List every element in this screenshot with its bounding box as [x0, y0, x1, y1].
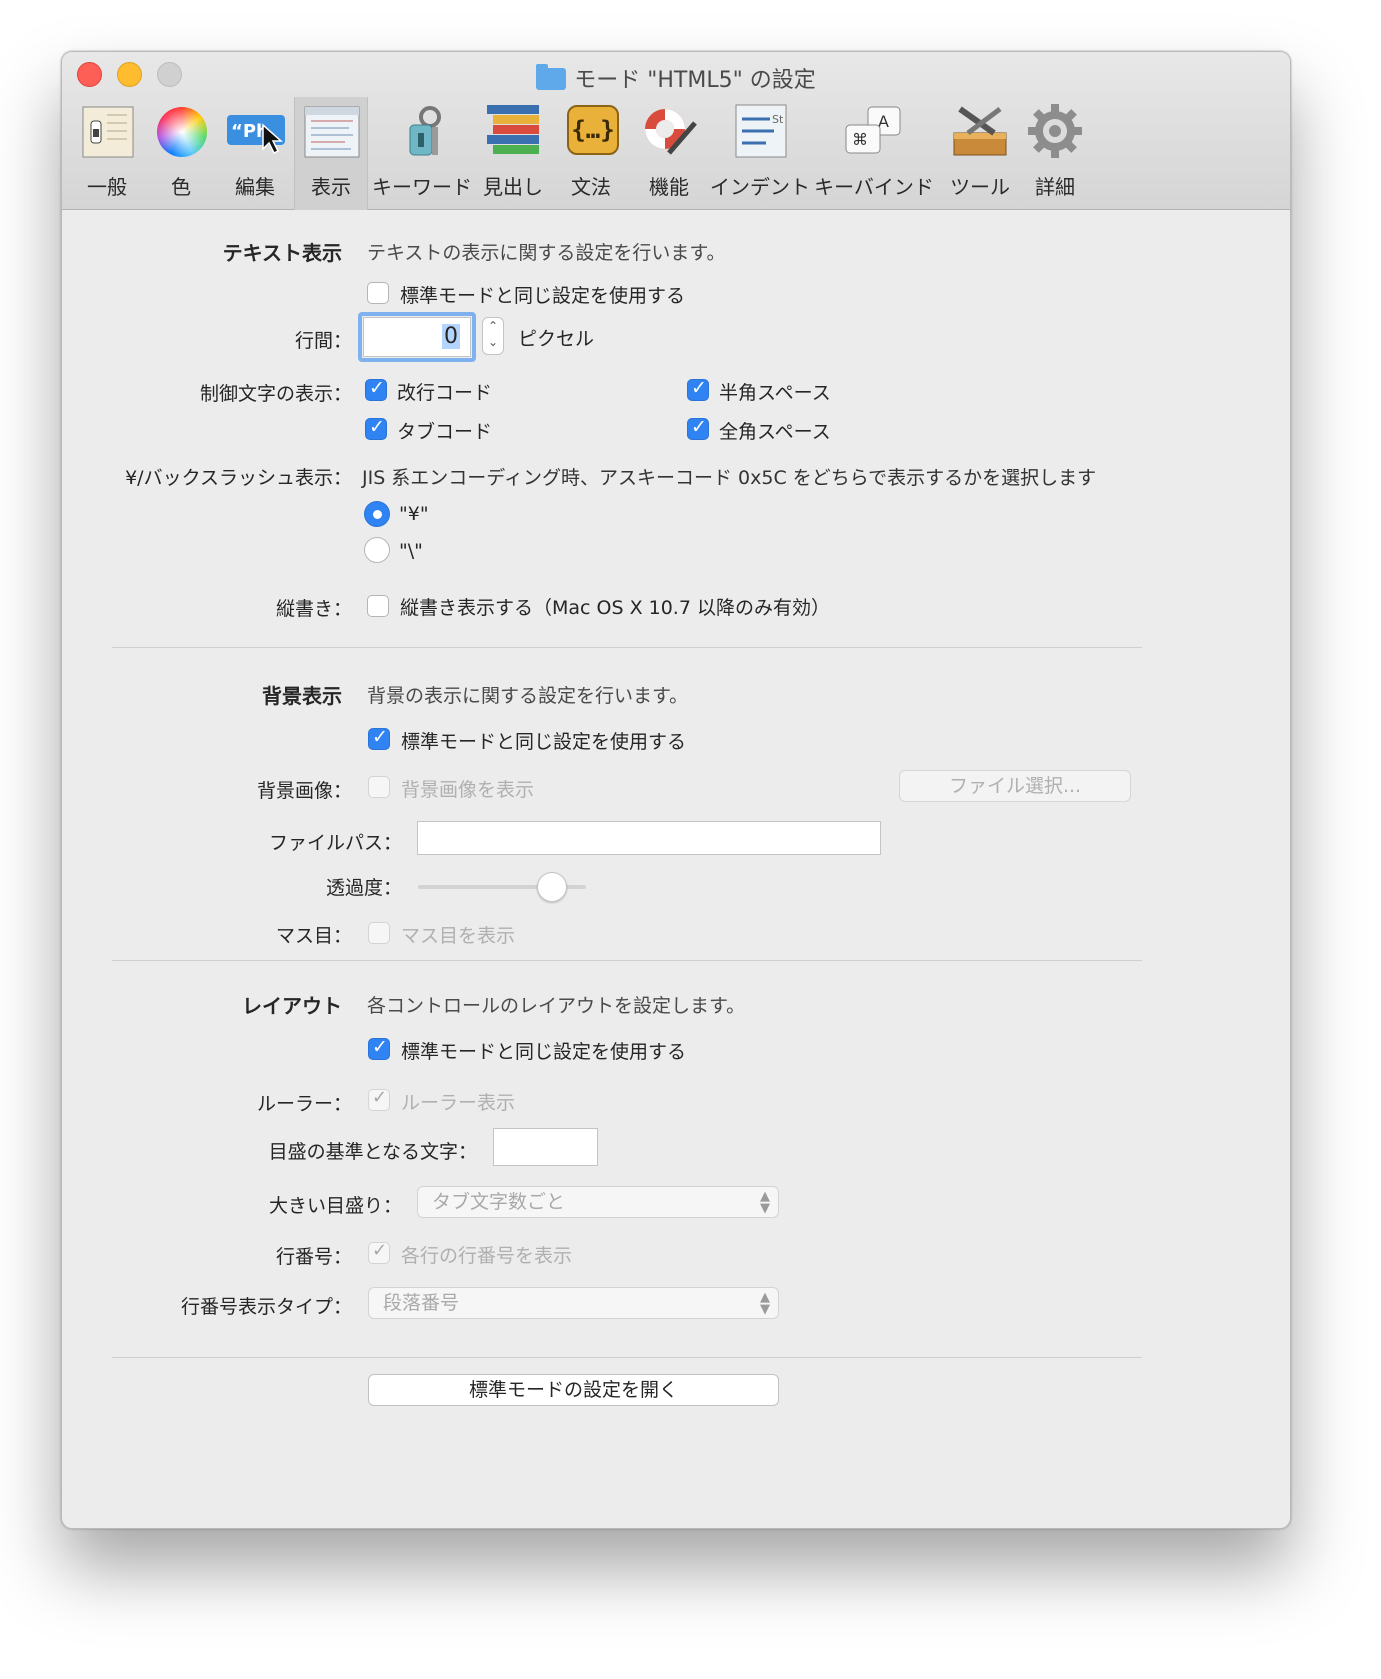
text-display-description: テキストの表示に関する設定を行います。 [367, 242, 726, 264]
tab-keybind[interactable]: A ⌘ キーバインド [814, 97, 934, 210]
halfwidth-space-checkbox[interactable] [687, 377, 709, 401]
tab-advanced[interactable]: 詳細 [1020, 97, 1090, 210]
opacity-slider-knob[interactable] [537, 872, 568, 902]
divider-1 [112, 647, 1142, 648]
tab-grammar[interactable]: {…} 文法 [554, 97, 628, 210]
text-display-heading: テキスト表示 [222, 241, 342, 265]
layout-description: 各コントロールのレイアウトを設定します。 [367, 995, 746, 1017]
grid-label: マス目： [275, 925, 352, 947]
tab-display[interactable]: 表示 [294, 97, 368, 210]
preferences-toolbar: 一般 色 “Ph 編集 表示 キーワード 見出し {…} 文法 機能 St イン… [62, 97, 1290, 210]
text-use-default-checkbox[interactable] [367, 282, 389, 304]
control-chars-label: 制御文字の表示： [199, 383, 352, 405]
tab-edit[interactable]: “Ph 編集 [218, 97, 292, 210]
tab-indent[interactable]: St インデント [710, 97, 810, 210]
scale-char-input[interactable] [493, 1128, 598, 1166]
tab-code-checkbox[interactable] [365, 416, 387, 440]
tab-code-label: タブコード [397, 421, 493, 443]
background-description: 背景の表示に関する設定を行います。 [367, 685, 689, 707]
major-tick-value: タブ文字数ごと [432, 1191, 566, 1213]
keychain-icon [392, 103, 452, 161]
vertical-checkbox[interactable] [367, 595, 389, 617]
line-spacing-label: 行間： [294, 330, 352, 352]
document-view-icon [301, 103, 361, 161]
tab-tools[interactable]: ツール [940, 97, 1020, 210]
line-number-type-value: 段落番号 [383, 1292, 460, 1314]
grid-option: マス目を表示 [401, 925, 516, 947]
background-heading: 背景表示 [262, 684, 342, 708]
yen-radio-label: "¥" [399, 503, 429, 525]
tab-general[interactable]: 一般 [72, 97, 142, 210]
mode-settings-window: モード "HTML5" の設定 一般 色 “Ph 編集 表示 キーワード 見出し… [61, 51, 1291, 1529]
divider-2 [112, 960, 1142, 961]
major-tick-label: 大きい目盛り： [268, 1195, 402, 1217]
halfwidth-space-label: 半角スペース [719, 382, 831, 404]
scale-char-label: 目盛の基準となる文字： [268, 1141, 477, 1163]
braces-icon: {…} [561, 103, 621, 161]
svg-text:⌘: ⌘ [852, 130, 868, 149]
file-select-button[interactable]: ファイル選択... [899, 770, 1131, 802]
line-number-option: 各行の行番号を表示 [401, 1245, 573, 1267]
yen-backslash-description: JIS 系エンコーディング時、アスキーコード 0x5C をどちらで表示するかを選… [362, 467, 1097, 489]
tab-features[interactable]: 機能 [632, 97, 706, 210]
file-path-label: ファイルパス： [268, 832, 402, 854]
line-spacing-stepper[interactable]: ⌃ ⌄ [482, 317, 504, 355]
fullwidth-space-label: 全角スペース [719, 421, 831, 443]
layout-use-default-checkbox[interactable] [368, 1036, 390, 1060]
yen-backslash-label: ¥/バックスラッシュ表示： [125, 467, 352, 489]
fullwidth-space-checkbox[interactable] [687, 416, 709, 440]
ruler-option: ルーラー表示 [401, 1092, 516, 1114]
popup-arrows-icon: ▲ ▼ [760, 1189, 770, 1216]
background-image-checkbox[interactable] [368, 776, 390, 798]
window-title-text: モード "HTML5" の設定 [574, 68, 816, 93]
major-tick-popup[interactable]: タブ文字数ごと ▲ ▼ [417, 1186, 779, 1218]
vertical-option-label: 縦書き表示する（Mac OS X 10.7 以降のみ有効） [400, 597, 830, 619]
window-title: モード "HTML5" の設定 [62, 62, 1290, 94]
titlebar: モード "HTML5" の設定 一般 色 “Ph 編集 表示 キーワード 見出し… [62, 52, 1290, 210]
line-number-checkbox[interactable] [368, 1240, 390, 1264]
tab-headings[interactable]: 見出し [476, 97, 550, 210]
line-spacing-unit: ピクセル [518, 328, 595, 350]
line-number-label: 行番号： [275, 1246, 352, 1268]
text-use-default-label: 標準モードと同じ設定を使用する [400, 285, 686, 307]
color-wheel-icon [151, 103, 211, 161]
backslash-radio-label: "\" [399, 540, 423, 562]
ruler-label: ルーラー： [256, 1093, 352, 1115]
newline-checkbox[interactable] [365, 377, 387, 401]
toolbox-icon [950, 103, 1010, 161]
background-image-option: 背景画像を表示 [401, 779, 535, 801]
line-spacing-value: 0 [442, 324, 460, 349]
opacity-label: 透過度： [325, 877, 402, 899]
divider-3 [112, 1357, 1142, 1358]
popup-arrows-icon: ▲ ▼ [760, 1290, 770, 1317]
background-use-default-label: 標準モードと同じ設定を使用する [401, 731, 687, 753]
yen-radio[interactable] [364, 501, 390, 527]
keyboard-keys-icon: A ⌘ [844, 103, 904, 161]
lifebuoy-pen-icon [639, 103, 699, 161]
line-number-type-label: 行番号表示タイプ： [180, 1296, 352, 1318]
folder-icon [536, 64, 567, 90]
line-number-type-popup[interactable]: 段落番号 ▲ ▼ [368, 1287, 779, 1319]
indent-icon: St [730, 103, 790, 161]
section-headers-icon [483, 103, 543, 161]
gear-icon [1025, 103, 1085, 161]
line-spacing-input[interactable]: 0 [363, 317, 471, 357]
vertical-label: 縦書き： [275, 598, 352, 620]
ruler-checkbox[interactable] [368, 1087, 390, 1111]
background-use-default-checkbox[interactable] [368, 726, 390, 750]
open-default-mode-settings-button[interactable]: 標準モードの設定を開く [368, 1374, 779, 1406]
layout-heading: レイアウト [242, 994, 342, 1018]
file-path-input[interactable] [417, 821, 881, 855]
newline-label: 改行コード [397, 382, 493, 404]
grid-checkbox[interactable] [368, 922, 390, 944]
tab-color[interactable]: 色 [148, 97, 214, 210]
svg-text:St: St [772, 113, 784, 126]
background-image-label: 背景画像： [256, 780, 352, 802]
switch-icon [77, 103, 137, 161]
layout-use-default-label: 標準モードと同じ設定を使用する [401, 1041, 687, 1063]
tab-keyword[interactable]: キーワード [372, 97, 472, 210]
backslash-radio[interactable] [364, 537, 390, 563]
phrase-cursor-icon: “Ph [225, 103, 285, 161]
